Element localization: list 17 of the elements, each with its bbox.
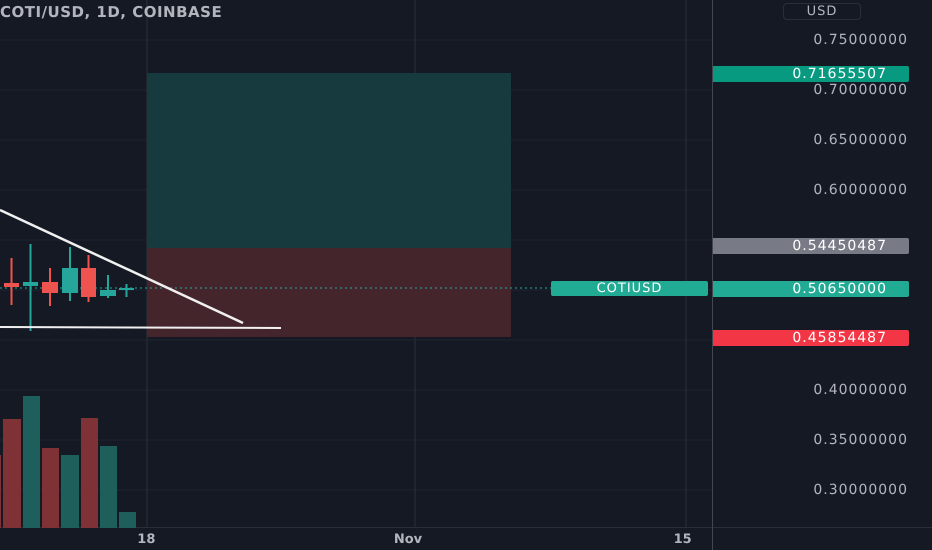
chart-title: COTI/USD, 1D, COINBASE: [0, 3, 222, 21]
price-tag: 0.45854487: [713, 330, 909, 346]
price-label: 0.70000000: [813, 82, 908, 98]
time-label: 18: [136, 532, 156, 547]
time-label: 15: [672, 532, 693, 547]
price-label: 0.75000000: [813, 32, 908, 48]
price-label: 0.40000000: [813, 382, 908, 398]
price-label: 0.35000000: [813, 432, 908, 448]
price-label: 0.30000000: [813, 482, 908, 498]
currency-button[interactable]: USD: [783, 3, 861, 20]
time-label: Nov: [392, 532, 424, 547]
price-label: 0.60000000: [813, 182, 908, 198]
price-tag: 0.71655507: [713, 66, 909, 82]
symbol-tag: COTIUSD: [551, 281, 708, 296]
price-tag: 0.50650000: [713, 281, 909, 297]
price-label: 0.65000000: [813, 132, 908, 148]
price-tag: 0.54450487: [713, 238, 909, 254]
